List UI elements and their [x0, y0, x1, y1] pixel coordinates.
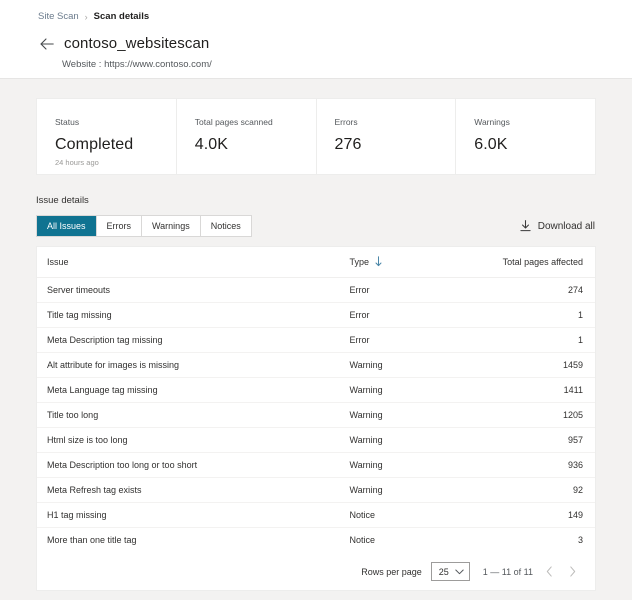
column-header-type[interactable]: Type — [349, 247, 478, 278]
cell-type: Notice — [349, 534, 375, 545]
issues-table-header: Issue Type Total pages affected — [37, 247, 595, 278]
table-row[interactable]: Meta Language tag missing Warning 1411 — [37, 377, 595, 402]
download-icon — [520, 220, 531, 232]
cell-issue: Html size is too long — [47, 434, 128, 445]
cell-pages: 92 — [572, 484, 583, 495]
cell-pages: 149 — [567, 509, 583, 520]
table-row[interactable]: Alt attribute for images is missing Warn… — [37, 352, 595, 377]
stat-value: 6.0K — [474, 136, 508, 153]
sort-descending-arrow-icon — [374, 256, 383, 267]
table-row[interactable]: Title too long Warning 1205 — [37, 402, 595, 427]
cell-type: Warning — [349, 384, 383, 395]
cell-issue: Title too long — [47, 409, 99, 420]
tab-all-issues[interactable]: All Issues — [37, 216, 97, 236]
cell-type: Notice — [349, 509, 375, 520]
chevron-left-icon[interactable] — [542, 564, 556, 580]
issue-details-heading: Issue details — [36, 195, 89, 206]
pagination-range-label: 1 — 11 of 11 — [482, 566, 533, 577]
cell-type: Warning — [349, 484, 383, 495]
cell-issue: H1 tag missing — [47, 509, 107, 520]
column-header-total-pages-affected[interactable]: Total pages affected — [477, 247, 595, 278]
table-row[interactable]: Title tag missing Error 1 — [37, 302, 595, 327]
stat-label: Status — [55, 117, 80, 127]
scan-details-page: Site Scan › Scan details contoso_website… — [0, 0, 632, 591]
cell-issue: Alt attribute for images is missing — [47, 359, 180, 370]
page-title: contoso_websitescan — [64, 35, 210, 52]
cell-pages: 3 — [577, 534, 583, 545]
cell-pages: 936 — [567, 459, 583, 470]
cell-issue: Meta Refresh tag exists — [47, 484, 142, 495]
download-all-button[interactable]: Download all — [520, 220, 596, 232]
rows-per-page-label: Rows per page — [361, 566, 422, 577]
rows-per-page-value: 25 — [438, 566, 449, 577]
website-url-label: Website : https://www.contoso.com/ — [62, 59, 212, 70]
table-pagination: Rows per page 25 1 — 11 of 11 — [37, 552, 595, 590]
issue-details-toolbar: All Issues Errors Warnings Notices Downl… — [36, 215, 596, 237]
column-header-issue[interactable]: Issue — [37, 247, 350, 278]
cell-pages: 1459 — [562, 359, 583, 370]
summary-stats-card: Status Completed 24 hours ago Total page… — [36, 98, 596, 175]
issues-table-body: Server timeouts Error 274 Title tag miss… — [37, 277, 595, 552]
breadcrumb-item-site-scan[interactable]: Site Scan — [38, 10, 79, 24]
stat-value: Completed — [55, 136, 134, 153]
issues-table-card: Issue Type Total pages affected Server t… — [36, 246, 596, 591]
cell-type: Error — [349, 284, 370, 295]
tab-notices[interactable]: Notices — [200, 216, 251, 236]
table-row[interactable]: Meta Description tag missing Error 1 — [37, 327, 595, 352]
table-row[interactable]: Meta Refresh tag exists Warning 92 — [37, 477, 595, 502]
cell-issue: Server timeouts — [47, 284, 111, 295]
breadcrumb-separator-icon: › — [84, 12, 88, 22]
cell-pages: 957 — [567, 434, 583, 445]
cell-type: Warning — [349, 409, 383, 420]
cell-issue: More than one title tag — [47, 534, 137, 545]
cell-issue: Title tag missing — [47, 309, 112, 320]
table-row[interactable]: More than one title tag Notice 3 — [37, 527, 595, 552]
table-row[interactable]: Meta Description too long or too short W… — [37, 452, 595, 477]
cell-type: Warning — [349, 434, 383, 445]
rows-per-page-select[interactable]: 25 — [430, 562, 470, 581]
stat-warnings: Warnings 6.0K — [456, 99, 595, 174]
chevron-down-icon — [455, 569, 464, 575]
title-row: contoso_websitescan — [0, 24, 632, 52]
issue-filter-tabs: All Issues Errors Warnings Notices — [36, 215, 252, 237]
stat-total-pages-scanned: Total pages scanned 4.0K — [177, 99, 317, 174]
stat-value: 4.0K — [194, 136, 229, 153]
cell-type: Error — [349, 334, 370, 345]
cell-pages: 274 — [567, 284, 583, 295]
stat-value: 276 — [334, 136, 362, 153]
stat-subtext: 24 hours ago — [55, 158, 99, 167]
cell-issue: Meta Description too long or too short — [47, 459, 198, 470]
breadcrumb: Site Scan › Scan details — [0, 8, 632, 24]
table-row[interactable]: H1 tag missing Notice 149 — [37, 502, 595, 527]
arrow-left-icon[interactable] — [40, 37, 54, 51]
breadcrumb-item-scan-details: Scan details — [93, 11, 150, 22]
table-row[interactable]: Html size is too long Warning 957 — [37, 427, 595, 452]
download-all-label: Download all — [537, 220, 595, 232]
cell-type: Error — [349, 309, 370, 320]
stat-label: Errors — [334, 117, 358, 127]
tab-warnings[interactable]: Warnings — [142, 216, 201, 236]
table-header-row: Issue Type Total pages affected — [37, 247, 595, 278]
cell-pages: 1205 — [562, 409, 583, 420]
tab-errors[interactable]: Errors — [96, 216, 143, 236]
cell-pages: 1 — [577, 309, 583, 320]
issues-table: Issue Type Total pages affected Server t… — [37, 247, 595, 552]
table-row[interactable]: Server timeouts Error 274 — [37, 277, 595, 302]
stat-status: Status Completed 24 hours ago — [37, 99, 177, 174]
stat-label: Warnings — [474, 117, 510, 127]
page-body: Status Completed 24 hours ago Total page… — [0, 98, 632, 591]
cell-issue: Meta Description tag missing — [47, 334, 163, 345]
cell-type: Warning — [349, 359, 383, 370]
cell-pages: 1411 — [563, 384, 583, 395]
cell-issue: Meta Language tag missing — [47, 384, 158, 395]
column-header-type-label: Type — [349, 256, 369, 267]
page-header: Site Scan › Scan details contoso_website… — [0, 0, 632, 79]
cell-pages: 1 — [577, 334, 583, 345]
cell-type: Warning — [349, 459, 383, 470]
stat-label: Total pages scanned — [194, 117, 273, 127]
chevron-right-icon[interactable] — [565, 564, 579, 580]
stat-errors: Errors 276 — [317, 99, 457, 174]
